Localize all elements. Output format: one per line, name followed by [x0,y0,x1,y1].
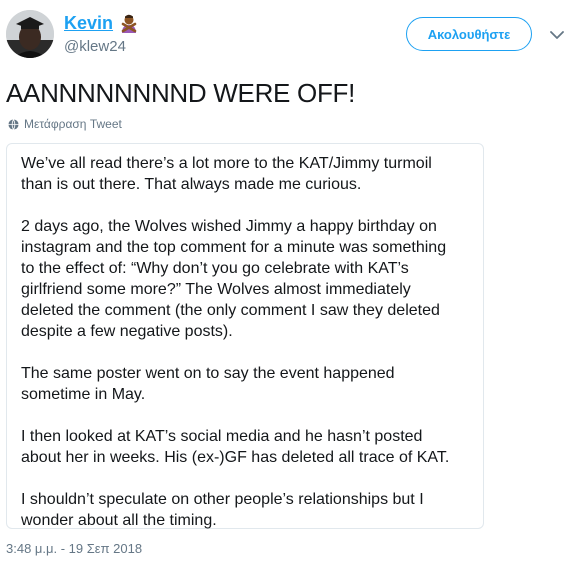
text-line: 2 days ago, the Wolves wished Jimmy a ha… [21,218,437,235]
user-name[interactable]: Kevin [64,13,113,34]
text-line: despite a few negative posts). [21,323,233,340]
globe-icon [8,118,19,130]
avatar[interactable] [6,10,54,58]
text-line: sometime in May. [21,386,146,403]
paragraph: We’ve all read there’s a lot more to the… [21,153,481,195]
person-gesturing-no-emoji-icon [121,14,137,33]
text-line: instagram and the top comment for a minu… [21,239,447,256]
translate-tweet-link[interactable]: Μετάφραση Tweet [8,117,122,131]
paragraph: I shouldn’t speculate on other people’s … [21,489,481,531]
paragraph: I then looked at KAT’s social media and … [21,426,481,468]
tweet-header: Kevin @klew24 Ακολουθήστε [0,0,578,66]
text-line: about her in weeks. His (ex-)GF has dele… [21,449,450,466]
text-line: The same poster went on to say the event… [21,365,395,382]
text-line: We’ve all read there’s a lot more to the… [21,155,432,172]
text-line: I shouldn’t speculate on other people’s … [21,491,424,508]
text-line: I then looked at KAT’s social media and … [21,428,423,445]
image-text: We’ve all read there’s a lot more to the… [21,153,481,552]
text-line: deleted the comment (the only comment I … [21,302,440,319]
text-line: wonder about all the timing. [21,512,217,529]
user-handle[interactable]: @klew24 [64,38,126,55]
avatar-photo-icon [6,10,54,58]
paragraph: The same poster went on to say the event… [21,363,481,405]
paragraph: 2 days ago, the Wolves wished Jimmy a ha… [21,216,481,342]
name-row: Kevin [64,12,140,34]
text-line: than is out there. That always made me c… [21,176,362,193]
follow-button[interactable]: Ακολουθήστε [406,17,532,51]
chevron-down-icon[interactable] [550,30,564,40]
translate-label: Μετάφραση Tweet [24,117,122,131]
attached-image[interactable]: We’ve all read there’s a lot more to the… [6,143,484,529]
tweet-text: AANNNNNNNND WERE OFF! [6,78,356,108]
text-line: girlfriend some more?” The Wolves almost… [21,281,411,298]
text-line: to the effect of: “Why don’t you go cele… [21,260,409,277]
tweet-timestamp[interactable]: 3:48 μ.μ. - 19 Σεπ 2018 [6,541,142,556]
